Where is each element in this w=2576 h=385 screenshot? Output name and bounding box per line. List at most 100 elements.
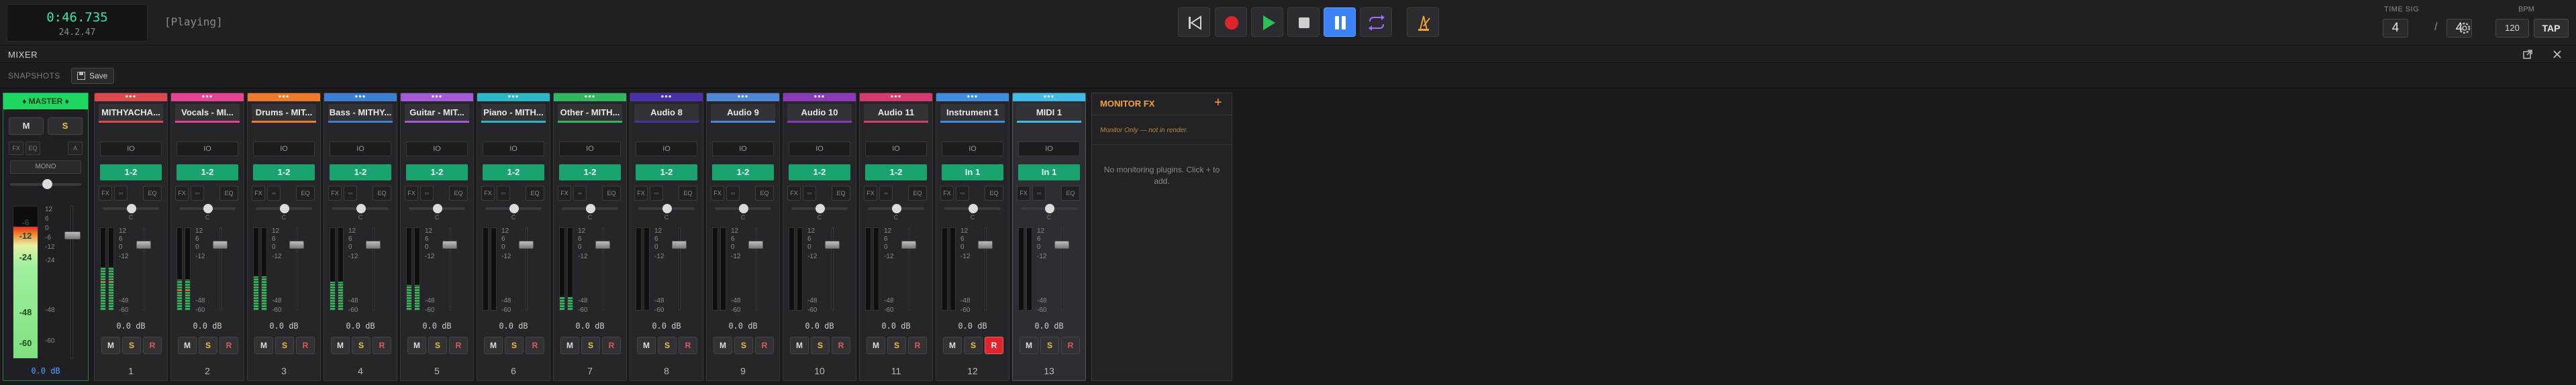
strip-io-button[interactable]: IO: [636, 142, 697, 156]
strip-solo-button[interactable]: S: [275, 337, 294, 354]
strip-eq-button[interactable]: EQ: [1061, 186, 1080, 201]
strip-route-button[interactable]: In 1: [1018, 164, 1080, 180]
strip-name[interactable]: Vocals - MI...: [175, 104, 240, 121]
strip-name[interactable]: Drums - MIT...: [252, 104, 316, 121]
strip-fader-handle[interactable]: [519, 241, 534, 249]
strip-fx-button[interactable]: FX: [558, 186, 571, 201]
strip-mute-button[interactable]: M: [943, 337, 962, 354]
channel-strip[interactable]: ••• Audio 8 IO 1-2 FX ▫▫ EQ C 12 6 0 -12 -48 -6: [630, 91, 703, 381]
strip-fx-button[interactable]: FX: [634, 186, 648, 201]
strip-io-button[interactable]: IO: [330, 142, 391, 156]
strip-eq-button[interactable]: EQ: [985, 186, 1003, 201]
strip-fader[interactable]: [908, 227, 910, 311]
strip-name[interactable]: Bass - MITHY...: [328, 104, 393, 121]
strip-fader-handle[interactable]: [901, 241, 916, 249]
strip-menu-icon[interactable]: •••: [783, 91, 856, 101]
strip-fader[interactable]: [449, 227, 451, 311]
strip-mute-button[interactable]: M: [484, 337, 503, 354]
strip-route-button[interactable]: 1-2: [636, 164, 697, 180]
strip-record-arm-button[interactable]: R: [143, 337, 162, 354]
strip-slot-button[interactable]: ▫▫: [191, 186, 204, 201]
strip-eq-button[interactable]: EQ: [679, 186, 697, 201]
strip-mute-button[interactable]: M: [713, 337, 732, 354]
play-button[interactable]: [1251, 7, 1283, 37]
strip-eq-button[interactable]: EQ: [143, 186, 162, 201]
strip-io-button[interactable]: IO: [100, 142, 162, 156]
strip-solo-button[interactable]: S: [811, 337, 830, 354]
strip-solo-button[interactable]: S: [352, 337, 370, 354]
strip-fader[interactable]: [1061, 227, 1063, 311]
strip-name[interactable]: Audio 8: [634, 104, 699, 121]
strip-slot-button[interactable]: ▫▫: [267, 186, 281, 201]
channel-strip[interactable]: ••• MIDI 1 IO In 1 FX ▫▫ EQ C 12 6 0 -12 -48 -6: [1012, 91, 1086, 381]
pause-button[interactable]: [1324, 7, 1356, 37]
strip-fader-handle[interactable]: [136, 241, 151, 249]
strip-io-button[interactable]: IO: [865, 142, 927, 156]
strip-pan-knob[interactable]: [356, 204, 366, 213]
strip-menu-icon[interactable]: •••: [936, 91, 1009, 101]
strip-fx-button[interactable]: FX: [787, 186, 801, 201]
strip-menu-icon[interactable]: •••: [324, 91, 397, 101]
strip-solo-button[interactable]: S: [122, 337, 141, 354]
strip-fader[interactable]: [602, 227, 604, 311]
channel-strip[interactable]: ••• Piano - MITH... IO 1-2 FX ▫▫ EQ C 12 6 0: [477, 91, 550, 381]
strip-fader[interactable]: [296, 227, 298, 311]
strip-record-arm-button[interactable]: R: [908, 337, 927, 354]
strip-solo-button[interactable]: S: [964, 337, 983, 354]
tap-tempo-button[interactable]: TAP: [2534, 19, 2569, 38]
strip-fx-button[interactable]: FX: [175, 186, 189, 201]
time-signature-numerator[interactable]: 4: [2383, 19, 2408, 38]
strip-fader[interactable]: [373, 227, 375, 311]
strip-route-button[interactable]: 1-2: [559, 164, 621, 180]
strip-menu-icon[interactable]: •••: [248, 91, 320, 101]
strip-slot-button[interactable]: ▫▫: [497, 186, 510, 201]
strip-mute-button[interactable]: M: [331, 337, 350, 354]
strip-slot-button[interactable]: ▫▫: [420, 186, 434, 201]
strip-io-button[interactable]: IO: [253, 142, 315, 156]
strip-io-button[interactable]: IO: [1018, 142, 1080, 156]
strip-slot-button[interactable]: ▫▫: [114, 186, 128, 201]
strip-mute-button[interactable]: M: [560, 337, 579, 354]
strip-route-button[interactable]: 1-2: [865, 164, 927, 180]
strip-name[interactable]: MITHYACHA...: [99, 104, 163, 121]
strip-io-button[interactable]: IO: [177, 142, 238, 156]
strip-pan-knob[interactable]: [127, 204, 136, 213]
strip-eq-button[interactable]: EQ: [449, 186, 468, 201]
strip-record-arm-button[interactable]: R: [373, 337, 391, 354]
strip-menu-icon[interactable]: •••: [477, 91, 550, 101]
channel-strip[interactable]: ••• Vocals - MI... IO 1-2 FX ▫▫ EQ C 12 6 0-: [170, 91, 244, 381]
strip-pan-knob[interactable]: [280, 204, 289, 213]
strip-slot-button[interactable]: ▫▫: [879, 186, 893, 201]
strip-record-arm-button[interactable]: R: [1061, 337, 1080, 354]
strip-io-button[interactable]: IO: [712, 142, 774, 156]
strip-route-button[interactable]: In 1: [942, 164, 1003, 180]
strip-menu-icon[interactable]: •••: [95, 91, 167, 101]
strip-pan-knob[interactable]: [969, 204, 978, 213]
strip-route-button[interactable]: 1-2: [253, 164, 315, 180]
strip-mute-button[interactable]: M: [407, 337, 426, 354]
strip-io-button[interactable]: IO: [559, 142, 621, 156]
strip-record-arm-button[interactable]: R: [296, 337, 315, 354]
strip-fx-button[interactable]: FX: [1017, 186, 1030, 201]
strip-mute-button[interactable]: M: [637, 337, 656, 354]
strip-pan-knob[interactable]: [203, 204, 213, 213]
strip-fx-button[interactable]: FX: [328, 186, 342, 201]
strip-pan-knob[interactable]: [662, 204, 672, 213]
strip-eq-button[interactable]: EQ: [908, 186, 927, 201]
strip-eq-button[interactable]: EQ: [602, 186, 621, 201]
strip-name[interactable]: MIDI 1: [1017, 104, 1081, 121]
skip-back-button[interactable]: [1178, 7, 1210, 37]
strip-slot-button[interactable]: ▫▫: [573, 186, 587, 201]
strip-record-arm-button[interactable]: R: [755, 337, 774, 354]
close-icon[interactable]: [2552, 49, 2563, 60]
strip-pan-knob[interactable]: [1045, 204, 1054, 213]
channel-strip[interactable]: ••• Audio 9 IO 1-2 FX ▫▫ EQ C 12 6 0 -12 -48 -6: [706, 91, 780, 381]
strip-solo-button[interactable]: S: [1040, 337, 1059, 354]
channel-strip[interactable]: ••• MITHYACHA... IO 1-2 FX ▫▫ EQ C 12 6 0 -12: [94, 91, 168, 381]
add-monitor-plugin-button[interactable]: +: [1214, 95, 1222, 111]
strip-name[interactable]: Audio 9: [711, 104, 775, 121]
record-button[interactable]: [1215, 7, 1247, 37]
strip-slot-button[interactable]: ▫▫: [956, 186, 969, 201]
strip-pan-knob[interactable]: [509, 204, 519, 213]
strip-slot-button[interactable]: ▫▫: [1032, 186, 1046, 201]
